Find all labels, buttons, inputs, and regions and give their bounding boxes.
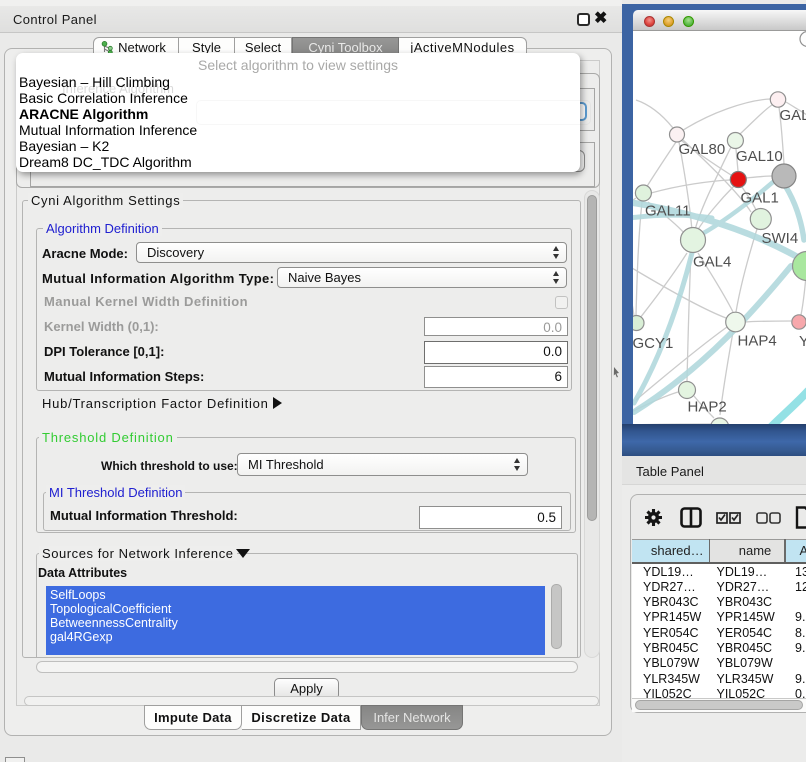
svg-text:GAL1: GAL1 xyxy=(741,190,779,207)
svg-text:Y: Y xyxy=(799,333,806,350)
svg-text:SWI4: SWI4 xyxy=(762,230,799,247)
svg-text:GCY1: GCY1 xyxy=(633,335,673,352)
svg-text:GAL4: GAL4 xyxy=(693,254,731,271)
svg-text:GAL: GAL xyxy=(780,107,806,124)
svg-text:HAP2: HAP2 xyxy=(688,399,727,416)
svg-text:GAL80: GAL80 xyxy=(679,141,726,158)
svg-text:GAL10: GAL10 xyxy=(736,148,783,165)
svg-text:GAL11: GAL11 xyxy=(645,203,691,220)
svg-text:HAP4: HAP4 xyxy=(738,333,777,350)
